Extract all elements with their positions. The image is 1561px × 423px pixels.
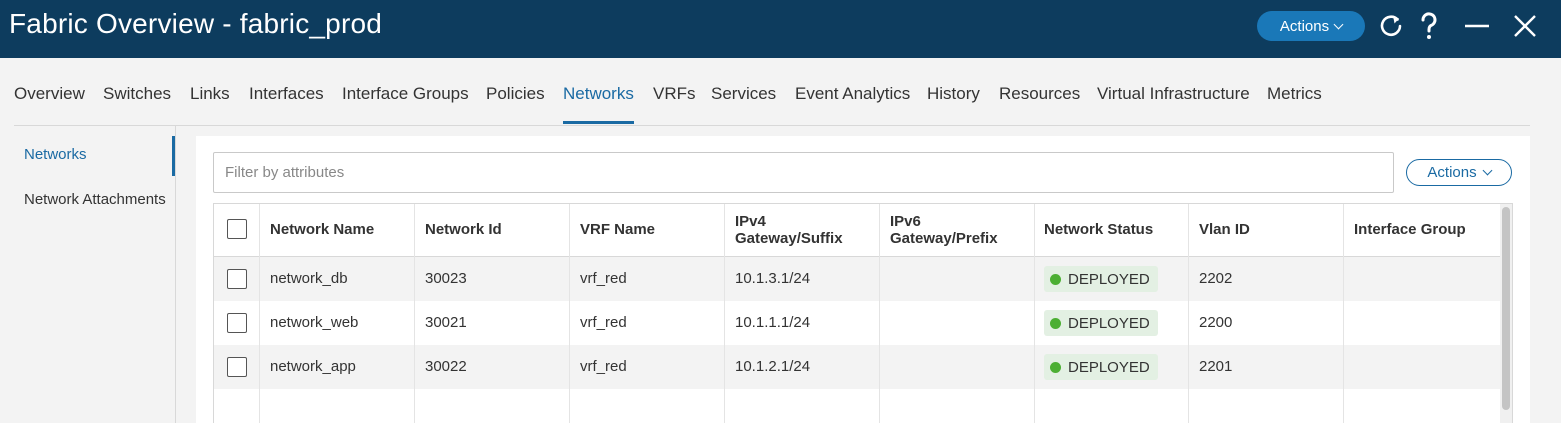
row-checkbox[interactable] bbox=[227, 357, 247, 377]
vrf-name-cell: vrf_red bbox=[580, 314, 627, 331]
chevron-down-icon bbox=[1333, 19, 1344, 29]
column-divider bbox=[569, 204, 570, 423]
filter-input[interactable] bbox=[213, 152, 1394, 193]
network-id-cell: 30021 bbox=[425, 314, 467, 331]
table-header-row: Network Name Network Id VRF Name IPv4 Gat… bbox=[214, 204, 1500, 257]
status-badge: DEPLOYED bbox=[1044, 354, 1158, 380]
tab-history[interactable]: History bbox=[927, 84, 980, 104]
column-header-network-status[interactable]: Network Status bbox=[1044, 221, 1153, 238]
header-actions-label: Actions bbox=[1279, 17, 1330, 35]
column-divider bbox=[879, 204, 880, 423]
status-dot-icon bbox=[1050, 317, 1061, 329]
tab-interface-groups[interactable]: Interface Groups bbox=[342, 84, 469, 104]
column-header-ipv4[interactable]: IPv4 Gateway/Suffix bbox=[735, 213, 843, 247]
close-icon[interactable] bbox=[1509, 10, 1541, 42]
table-row[interactable]: network_app 30022 vrf_red 10.1.2.1/24 DE… bbox=[214, 345, 1500, 389]
side-nav-item-network-attachments[interactable]: Network Attachments bbox=[24, 191, 166, 208]
status-badge: DEPLOYED bbox=[1044, 266, 1158, 292]
active-tab-indicator bbox=[563, 121, 634, 124]
window-title: Fabric Overview - fabric_prod bbox=[9, 8, 383, 39]
column-header-vlan-id[interactable]: Vlan ID bbox=[1199, 221, 1250, 238]
status-label: DEPLOYED bbox=[1068, 358, 1150, 376]
vlan-id-cell: 2202 bbox=[1199, 270, 1233, 287]
side-nav-item-networks[interactable]: Networks bbox=[24, 146, 87, 163]
column-divider bbox=[724, 204, 725, 423]
column-divider bbox=[1343, 204, 1344, 423]
tab-bar bbox=[0, 58, 1561, 126]
select-all-checkbox[interactable] bbox=[227, 219, 247, 239]
network-name-cell: network_db bbox=[270, 270, 348, 287]
network-id-cell: 30023 bbox=[425, 270, 467, 287]
table-scrollbar[interactable] bbox=[1500, 204, 1512, 423]
chevron-down-icon bbox=[1482, 165, 1493, 176]
scrollbar-thumb[interactable] bbox=[1502, 207, 1510, 410]
tab-networks[interactable]: Networks bbox=[563, 84, 634, 104]
network-name-cell: network_web bbox=[270, 314, 359, 331]
column-divider bbox=[414, 204, 415, 423]
ipv4-cell: 10.1.2.1/24 bbox=[735, 358, 811, 375]
tab-policies[interactable]: Policies bbox=[486, 84, 545, 104]
header-actions-button[interactable]: Actions bbox=[1257, 11, 1365, 41]
help-icon[interactable] bbox=[1413, 10, 1445, 42]
table-actions-button[interactable]: Actions bbox=[1406, 159, 1512, 186]
column-header-network-id[interactable]: Network Id bbox=[425, 221, 502, 238]
tab-switches[interactable]: Switches bbox=[103, 84, 171, 104]
refresh-icon[interactable] bbox=[1375, 10, 1407, 42]
column-header-interface-group[interactable]: Interface Group bbox=[1354, 221, 1466, 238]
network-id-cell: 30022 bbox=[425, 358, 467, 375]
side-nav: Networks Network Attachments bbox=[0, 126, 176, 423]
tab-metrics[interactable]: Metrics bbox=[1267, 84, 1322, 104]
tab-services[interactable]: Services bbox=[711, 84, 776, 104]
status-dot-icon bbox=[1050, 273, 1061, 285]
minimize-icon[interactable] bbox=[1461, 10, 1493, 42]
tab-interfaces[interactable]: Interfaces bbox=[249, 84, 324, 104]
column-divider bbox=[259, 204, 260, 423]
tab-overview[interactable]: Overview bbox=[14, 84, 85, 104]
ipv4-cell: 10.1.3.1/24 bbox=[735, 270, 811, 287]
side-nav-active-indicator bbox=[172, 136, 175, 176]
ipv4-cell: 10.1.1.1/24 bbox=[735, 314, 811, 331]
row-checkbox[interactable] bbox=[227, 313, 247, 333]
status-label: DEPLOYED bbox=[1068, 314, 1150, 332]
network-name-cell: network_app bbox=[270, 358, 356, 375]
vlan-id-cell: 2200 bbox=[1199, 314, 1233, 331]
column-divider bbox=[1188, 204, 1189, 423]
tab-links[interactable]: Links bbox=[190, 84, 230, 104]
row-checkbox[interactable] bbox=[227, 269, 247, 289]
column-header-network-name[interactable]: Network Name bbox=[270, 221, 374, 238]
tab-resources[interactable]: Resources bbox=[999, 84, 1080, 104]
networks-table: Network Name Network Id VRF Name IPv4 Gat… bbox=[213, 203, 1513, 423]
tab-event-analytics[interactable]: Event Analytics bbox=[795, 84, 910, 104]
table-actions-label: Actions bbox=[1427, 164, 1477, 181]
status-label: DEPLOYED bbox=[1068, 270, 1150, 288]
status-dot-icon bbox=[1050, 361, 1061, 373]
vrf-name-cell: vrf_red bbox=[580, 270, 627, 287]
column-divider bbox=[1034, 204, 1035, 423]
vlan-id-cell: 2201 bbox=[1199, 358, 1233, 375]
vrf-name-cell: vrf_red bbox=[580, 358, 627, 375]
tab-vrfs[interactable]: VRFs bbox=[653, 84, 696, 104]
tab-virtual-infrastructure[interactable]: Virtual Infrastructure bbox=[1097, 84, 1250, 104]
column-header-vrf-name[interactable]: VRF Name bbox=[580, 221, 655, 238]
status-badge: DEPLOYED bbox=[1044, 310, 1158, 336]
tab-divider bbox=[14, 125, 1530, 126]
column-header-ipv6[interactable]: IPv6 Gateway/Prefix bbox=[890, 213, 998, 247]
table-row[interactable]: network_web 30021 vrf_red 10.1.1.1/24 DE… bbox=[214, 301, 1500, 345]
app-header: Fabric Overview - fabric_prod Actions bbox=[0, 0, 1561, 58]
table-row[interactable]: network_db 30023 vrf_red 10.1.3.1/24 DEP… bbox=[214, 257, 1500, 301]
